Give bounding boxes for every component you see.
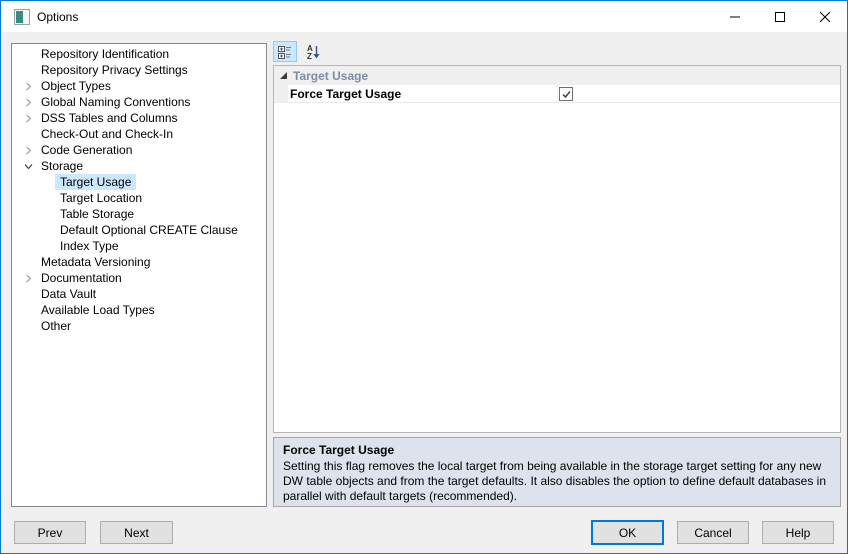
chevron-right-icon: [24, 146, 33, 155]
minimize-icon: [730, 12, 740, 22]
sidebar-item-label: Object Types: [36, 78, 116, 94]
app-icon: [14, 9, 30, 25]
window-controls: [712, 1, 847, 32]
sidebar-item-target-usage[interactable]: Target Usage: [12, 174, 266, 190]
options-dialog: Options Repository IdentificationReposit…: [0, 0, 848, 554]
maximize-button[interactable]: [757, 1, 802, 32]
category-label: Target Usage: [293, 69, 368, 83]
sidebar-item-table-storage[interactable]: Table Storage: [12, 206, 266, 222]
sidebar-item-label: Target Location: [55, 190, 147, 206]
category-expanded-icon: [280, 72, 287, 79]
svg-text:Z: Z: [307, 52, 312, 60]
close-button[interactable]: [802, 1, 847, 32]
sidebar-item-label: Documentation: [36, 270, 127, 286]
categorized-view-button[interactable]: [273, 41, 297, 62]
column-divider: [557, 85, 558, 102]
chevron-right-icon: [24, 114, 33, 123]
sidebar-item-object-types[interactable]: Object Types: [12, 78, 266, 94]
sidebar-item-repository-identification[interactable]: Repository Identification: [12, 46, 266, 62]
sidebar-item-global-naming-conventions[interactable]: Global Naming Conventions: [12, 94, 266, 110]
sidebar-item-label: Default Optional CREATE Clause: [55, 222, 243, 238]
expander-collapsed-icon[interactable]: [20, 114, 36, 123]
sidebar-item-label: Metadata Versioning: [36, 254, 155, 270]
expander-collapsed-icon[interactable]: [20, 274, 36, 283]
cancel-button[interactable]: Cancel: [677, 521, 749, 544]
description-body: Setting this flag removes the local targ…: [283, 459, 831, 504]
categorized-view-icon: [277, 44, 293, 60]
ok-button[interactable]: OK: [591, 520, 664, 545]
window-title: Options: [37, 10, 78, 24]
sidebar-item-label: Other: [36, 318, 76, 334]
chevron-right-icon: [24, 98, 33, 107]
sidebar-item-label: Global Naming Conventions: [36, 94, 195, 110]
titlebar[interactable]: Options: [1, 1, 847, 32]
description-title: Force Target Usage: [283, 443, 831, 457]
maximize-icon: [775, 12, 785, 22]
sidebar-item-repository-privacy-settings[interactable]: Repository Privacy Settings: [12, 62, 266, 78]
property-name: Force Target Usage: [288, 87, 401, 101]
sidebar-item-label: Target Usage: [55, 174, 136, 190]
sidebar-item-index-type[interactable]: Index Type: [12, 238, 266, 254]
options-tree: Repository IdentificationRepository Priv…: [11, 43, 267, 507]
chevron-right-icon: [24, 274, 33, 283]
sidebar-item-code-generation[interactable]: Code Generation: [12, 142, 266, 158]
close-icon: [820, 12, 830, 22]
next-button[interactable]: Next: [100, 521, 173, 544]
checkmark-icon: [561, 89, 572, 100]
property-category-target-usage[interactable]: Target Usage: [274, 66, 840, 85]
expander-collapsed-icon[interactable]: [20, 146, 36, 155]
sidebar-item-label: Table Storage: [55, 206, 139, 222]
sidebar-item-documentation[interactable]: Documentation: [12, 270, 266, 286]
row-indent-strip: [274, 85, 288, 102]
property-grid: Target Usage Force Target Usage: [273, 65, 841, 433]
help-button[interactable]: Help: [762, 521, 834, 544]
chevron-down-icon: [24, 162, 33, 171]
sidebar-item-label: DSS Tables and Columns: [36, 110, 183, 126]
sidebar-item-label: Repository Privacy Settings: [36, 62, 193, 78]
property-grid-toolbar: A Z: [273, 41, 325, 63]
sidebar-item-label: Repository Identification: [36, 46, 174, 62]
property-row-force-target-usage[interactable]: Force Target Usage: [274, 85, 840, 103]
expander-collapsed-icon[interactable]: [20, 82, 36, 91]
description-panel: Force Target Usage Setting this flag rem…: [273, 437, 841, 507]
alphabetical-sort-icon: A Z: [305, 44, 321, 60]
minimize-button[interactable]: [712, 1, 757, 32]
sidebar-item-label: Check-Out and Check-In: [36, 126, 178, 142]
chevron-right-icon: [24, 82, 33, 91]
sidebar-item-target-location[interactable]: Target Location: [12, 190, 266, 206]
sidebar-item-label: Available Load Types: [36, 302, 160, 318]
sidebar-item-label: Data Vault: [36, 286, 101, 302]
sidebar-item-available-load-types[interactable]: Available Load Types: [12, 302, 266, 318]
sidebar-item-label: Index Type: [55, 238, 124, 254]
sidebar-item-storage[interactable]: Storage: [12, 158, 266, 174]
sidebar-item-default-optional-create-clause[interactable]: Default Optional CREATE Clause: [12, 222, 266, 238]
sidebar-item-label: Storage: [36, 158, 88, 174]
sidebar-item-data-vault[interactable]: Data Vault: [12, 286, 266, 302]
expander-expanded-icon[interactable]: [20, 162, 36, 171]
sidebar-item-check-out-and-check-in[interactable]: Check-Out and Check-In: [12, 126, 266, 142]
sidebar-item-metadata-versioning[interactable]: Metadata Versioning: [12, 254, 266, 270]
alphabetical-sort-button[interactable]: A Z: [301, 41, 325, 62]
sidebar-item-dss-tables-and-columns[interactable]: DSS Tables and Columns: [12, 110, 266, 126]
sidebar-item-label: Code Generation: [36, 142, 137, 158]
sidebar-item-other[interactable]: Other: [12, 318, 266, 334]
prev-button[interactable]: Prev: [14, 521, 86, 544]
expander-collapsed-icon[interactable]: [20, 98, 36, 107]
force-target-usage-checkbox[interactable]: [559, 87, 573, 101]
